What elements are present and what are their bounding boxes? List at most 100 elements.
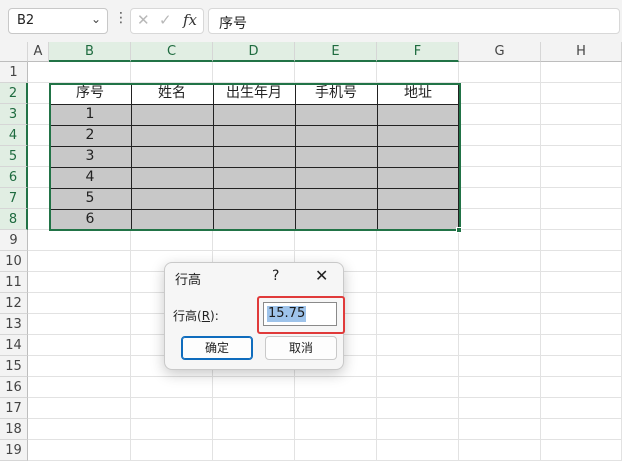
row-header-5[interactable]: 5 — [0, 146, 28, 167]
grid-hline — [28, 376, 622, 377]
table-cell[interactable] — [377, 104, 459, 125]
table-border — [49, 83, 50, 230]
table-border — [49, 167, 459, 168]
grid-hline — [28, 439, 622, 440]
formula-actions: ✕ ✓ fx — [130, 8, 204, 34]
row-header-9[interactable]: 9 — [0, 230, 28, 251]
table-cell[interactable] — [295, 209, 377, 230]
table-border — [295, 83, 296, 230]
chevron-down-icon[interactable]: ⌄ — [91, 12, 101, 26]
row-header-18[interactable]: 18 — [0, 419, 28, 440]
row-header-12[interactable]: 12 — [0, 293, 28, 314]
row-header-8[interactable]: 8 — [0, 209, 28, 230]
table-cell[interactable] — [377, 125, 459, 146]
help-icon[interactable]: ? — [272, 268, 279, 284]
grid-hline — [28, 397, 622, 398]
table-cell[interactable]: 5 — [49, 188, 131, 209]
table-cell[interactable] — [295, 167, 377, 188]
row-height-input[interactable]: 15.75 — [263, 302, 337, 326]
table-cell[interactable] — [295, 188, 377, 209]
row-height-dialog: 行高 ? ✕ 行高(R): 15.75 确定 取消 — [164, 262, 345, 370]
table-cell[interactable] — [131, 167, 213, 188]
row-header-11[interactable]: 11 — [0, 272, 28, 293]
table-cell[interactable]: 1 — [49, 104, 131, 125]
table-cell[interactable] — [213, 146, 295, 167]
table-header-cell[interactable]: 序号 — [49, 83, 131, 104]
table-border — [458, 83, 459, 230]
table-cell[interactable] — [131, 188, 213, 209]
table-header-cell[interactable]: 手机号 — [295, 83, 377, 104]
dialog-title: 行高 — [175, 273, 202, 288]
table-header-cell[interactable]: 地址 — [377, 83, 459, 104]
row-header-16[interactable]: 16 — [0, 377, 28, 398]
table-cell[interactable] — [131, 209, 213, 230]
row-height-value: 15.75 — [267, 306, 307, 322]
table-border — [49, 188, 459, 189]
column-header-a[interactable]: A — [28, 42, 49, 62]
table-cell[interactable] — [213, 209, 295, 230]
table-cell[interactable] — [377, 167, 459, 188]
table-border — [49, 125, 459, 126]
table-cell[interactable] — [295, 125, 377, 146]
table-cell[interactable] — [131, 125, 213, 146]
grid-hline — [28, 250, 622, 251]
row-header-1[interactable]: 1 — [0, 62, 28, 83]
table-cell[interactable] — [131, 104, 213, 125]
fill-handle[interactable] — [456, 227, 462, 233]
table-cell[interactable] — [295, 104, 377, 125]
table-cell[interactable] — [131, 146, 213, 167]
column-header-b[interactable]: B — [49, 42, 131, 62]
column-header-h[interactable]: H — [541, 42, 622, 62]
table-border — [49, 83, 459, 84]
name-box[interactable]: B2 ⌄ — [8, 8, 108, 34]
column-header-e[interactable]: E — [295, 42, 377, 62]
row-header-14[interactable]: 14 — [0, 335, 28, 356]
table-cell[interactable] — [377, 188, 459, 209]
close-icon[interactable]: ✕ — [315, 266, 328, 285]
row-header-3[interactable]: 3 — [0, 104, 28, 125]
row-header-13[interactable]: 13 — [0, 314, 28, 335]
row-header-2[interactable]: 2 — [0, 83, 28, 104]
row-header-4[interactable]: 4 — [0, 125, 28, 146]
select-all-corner[interactable] — [0, 42, 28, 62]
ok-button[interactable]: 确定 — [181, 336, 253, 360]
row-header-19[interactable]: 19 — [0, 440, 28, 461]
table-border — [49, 209, 459, 210]
grid-hline — [28, 418, 622, 419]
table-border — [377, 83, 378, 230]
column-header-g[interactable]: G — [459, 42, 541, 62]
table-header-cell[interactable]: 姓名 — [131, 83, 213, 104]
column-header-d[interactable]: D — [213, 42, 295, 62]
table-cell[interactable] — [213, 188, 295, 209]
row-header-7[interactable]: 7 — [0, 188, 28, 209]
table-cell[interactable] — [295, 146, 377, 167]
table-border — [49, 104, 459, 105]
table-cell[interactable] — [213, 125, 295, 146]
row-header-15[interactable]: 15 — [0, 356, 28, 377]
table-cell[interactable]: 6 — [49, 209, 131, 230]
name-box-value: B2 — [17, 13, 35, 28]
row-header-17[interactable]: 17 — [0, 398, 28, 419]
cancel-button[interactable]: 取消 — [265, 336, 337, 360]
column-header-f[interactable]: F — [377, 42, 459, 62]
table-header-cell[interactable]: 出生年月 — [213, 83, 295, 104]
table-cell[interactable]: 2 — [49, 125, 131, 146]
column-header-c[interactable]: C — [131, 42, 213, 62]
table-cell[interactable] — [377, 209, 459, 230]
formula-input[interactable]: 序号 — [208, 8, 620, 34]
table-cell[interactable]: 4 — [49, 167, 131, 188]
cancel-icon[interactable]: ✕ — [137, 11, 150, 29]
formula-value: 序号 — [219, 16, 247, 32]
table-cell[interactable] — [213, 104, 295, 125]
grid-vline — [540, 62, 541, 460]
row-header-6[interactable]: 6 — [0, 167, 28, 188]
formula-bar: B2 ⌄ ⋮ ✕ ✓ fx 序号 — [0, 0, 622, 42]
table-cell[interactable] — [377, 146, 459, 167]
more-options-icon[interactable]: ⋮ — [114, 10, 128, 26]
table-border — [49, 146, 459, 147]
enter-icon[interactable]: ✓ — [159, 11, 172, 29]
table-cell[interactable] — [213, 167, 295, 188]
insert-function-icon[interactable]: fx — [183, 11, 197, 29]
row-header-10[interactable]: 10 — [0, 251, 28, 272]
table-cell[interactable]: 3 — [49, 146, 131, 167]
